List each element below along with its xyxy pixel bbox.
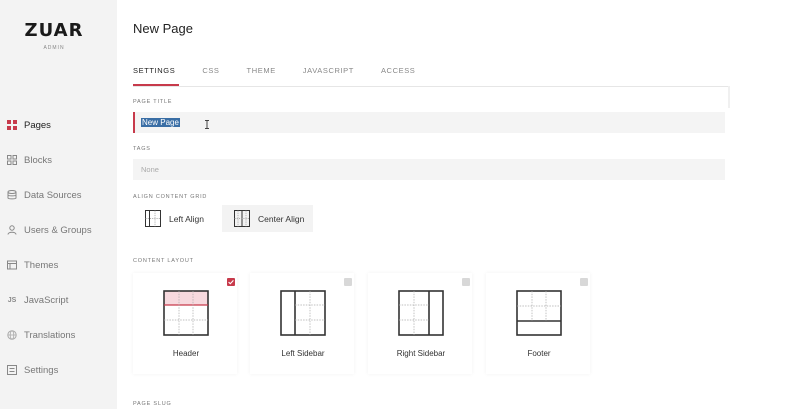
- text-cursor-icon: [205, 120, 209, 129]
- tab-settings[interactable]: SETTINGS: [133, 66, 180, 86]
- database-icon: [7, 190, 17, 200]
- js-icon: JS: [7, 296, 17, 304]
- sidebar-item-users-groups[interactable]: Users & Groups: [7, 220, 92, 240]
- sidebar-item-label: Data Sources: [24, 189, 82, 201]
- sidebar-item-label: Themes: [24, 259, 59, 271]
- sidebar-item-translations[interactable]: Translations: [7, 325, 75, 345]
- sidebar-item-blocks[interactable]: Blocks: [7, 150, 52, 170]
- tab-theme[interactable]: THEME: [247, 66, 276, 86]
- right-sidebar-layout-icon: [398, 290, 444, 336]
- sidebar: ZUAR ADMIN Pages Blocks Data Sources Use…: [0, 0, 117, 409]
- layout-checkbox-left-sidebar[interactable]: [344, 278, 352, 286]
- sidebar-item-label: Pages: [24, 119, 51, 131]
- layout-card-footer[interactable]: Footer: [486, 273, 590, 374]
- tags-label: TAGS: [133, 146, 151, 152]
- theme-icon: [7, 260, 17, 270]
- center-align-label: Center Align: [258, 213, 305, 224]
- layout-label-header: Header: [172, 349, 200, 358]
- page-title-label: PAGE TITLE: [133, 99, 173, 105]
- main-content: New Page SETTINGS CSS THEME JAVASCRIPT A…: [117, 0, 800, 409]
- left-sidebar-layout-icon: [280, 290, 326, 336]
- sidebar-item-data-sources[interactable]: Data Sources: [7, 185, 82, 205]
- sidebar-item-themes[interactable]: Themes: [7, 255, 58, 275]
- sidebar-item-label: JavaScript: [24, 294, 69, 306]
- sidebar-item-javascript[interactable]: JS JavaScript: [7, 290, 69, 310]
- layout-label-footer: Footer: [527, 349, 551, 358]
- layout-card-header[interactable]: Header: [133, 273, 237, 374]
- sidebar-item-label: Users & Groups: [24, 224, 92, 236]
- tab-access[interactable]: ACCESS: [381, 66, 415, 86]
- footer-layout-icon: [516, 290, 562, 336]
- left-align-label: Left Align: [169, 213, 204, 224]
- sidebar-item-settings[interactable]: Settings: [7, 360, 58, 380]
- blocks-icon: [7, 155, 17, 165]
- page-title: New Page: [133, 21, 193, 36]
- grid-icon: [7, 120, 17, 130]
- tags-placeholder: None: [141, 165, 159, 174]
- logo-text: ZUAR: [24, 20, 84, 41]
- tab-css[interactable]: CSS: [202, 66, 219, 86]
- tags-input[interactable]: None: [133, 159, 725, 180]
- tab-bar: SETTINGS CSS THEME JAVASCRIPT ACCESS: [133, 66, 442, 86]
- layout-checkbox-footer[interactable]: [580, 278, 588, 286]
- sidebar-item-label: Blocks: [24, 154, 52, 166]
- page-title-input-value: New Page: [141, 118, 180, 127]
- layout-checkbox-right-sidebar[interactable]: [462, 278, 470, 286]
- page-slug-label: PAGE SLUG: [133, 401, 172, 407]
- layout-label-left-sidebar: Left Sidebar: [281, 349, 325, 358]
- page-title-input[interactable]: New Page: [133, 112, 725, 133]
- tab-divider: [133, 86, 730, 87]
- left-align-button[interactable]: Left Align: [133, 205, 217, 232]
- center-align-icon: [234, 210, 250, 227]
- translate-icon: [7, 330, 17, 340]
- user-icon: [7, 225, 17, 235]
- sidebar-item-label: Translations: [24, 329, 76, 341]
- check-icon: [228, 280, 234, 285]
- layout-card-left-sidebar[interactable]: Left Sidebar: [250, 273, 354, 374]
- settings-icon: [7, 365, 17, 375]
- left-align-icon: [145, 210, 161, 227]
- sidebar-item-label: Settings: [24, 364, 59, 376]
- center-align-button[interactable]: Center Align: [222, 205, 313, 232]
- layout-card-right-sidebar[interactable]: Right Sidebar: [368, 273, 472, 374]
- logo-subtitle: ADMIN: [43, 45, 65, 51]
- align-content-grid-label: ALIGN CONTENT GRID: [133, 194, 208, 200]
- layout-label-right-sidebar: Right Sidebar: [396, 349, 446, 358]
- sidebar-item-pages[interactable]: Pages: [7, 115, 51, 135]
- content-layout-label: CONTENT LAYOUT: [133, 258, 194, 264]
- layout-checkbox-header[interactable]: [227, 278, 235, 286]
- header-layout-icon: [163, 290, 209, 336]
- tab-javascript[interactable]: JAVASCRIPT: [303, 66, 354, 86]
- scrollbar[interactable]: [728, 86, 730, 108]
- logo[interactable]: ZUAR ADMIN: [0, 20, 108, 51]
